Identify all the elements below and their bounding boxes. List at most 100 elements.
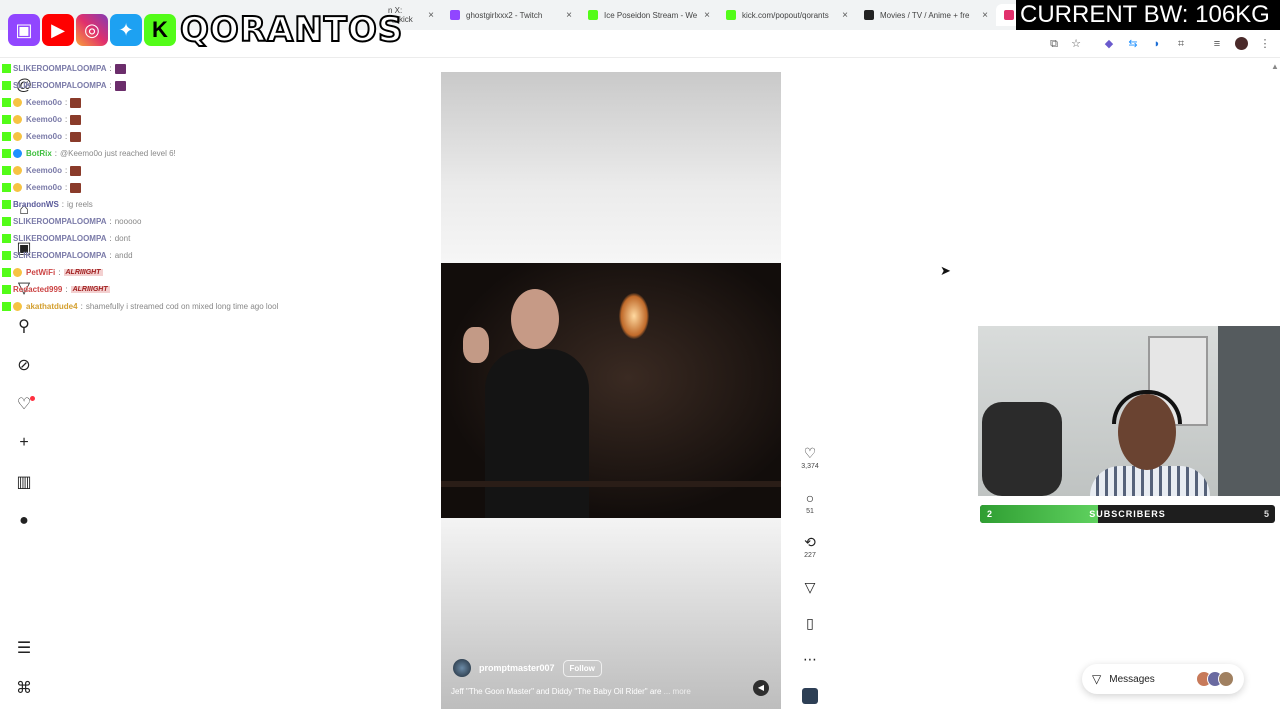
browser-tab[interactable]: Ice Poseidon Stream - We × bbox=[580, 4, 718, 26]
send-icon[interactable]: ▽ bbox=[800, 579, 820, 595]
reel-background bbox=[441, 518, 781, 709]
send-icon: ▽ bbox=[1092, 672, 1102, 686]
explore-icon[interactable]: ⊘ bbox=[14, 355, 34, 375]
chat-message: BrandonWS: ig reels bbox=[2, 196, 422, 213]
save-action[interactable]: ▯ bbox=[800, 615, 820, 631]
puzzle-icon[interactable]: ⌗ bbox=[1174, 37, 1188, 51]
reel-video[interactable] bbox=[441, 263, 781, 518]
chat-message: Redacted999: ALRIIIGHT bbox=[2, 281, 422, 298]
emote-icon bbox=[70, 182, 82, 193]
hallway-image bbox=[1218, 326, 1280, 496]
menu-icon[interactable]: ⋮ bbox=[1258, 37, 1272, 51]
bookmark-icon[interactable]: ▯ bbox=[800, 615, 820, 631]
caption-more-link[interactable]: ... more bbox=[664, 687, 691, 696]
subscriber-goal-bar: SUBSCRIBERS 2 5 bbox=[980, 505, 1275, 523]
chat-message: Keemo0o: bbox=[2, 111, 422, 128]
like-count: 3,374 bbox=[801, 463, 819, 470]
kick-badge bbox=[2, 251, 11, 260]
chat-username: Redacted999 bbox=[13, 285, 63, 294]
comment-action[interactable]: ○ 51 bbox=[800, 490, 820, 515]
subscriber-goal-label: SUBSCRIBERS bbox=[1089, 509, 1166, 519]
create-icon[interactable]: + bbox=[14, 433, 34, 453]
tab-title: Ice Poseidon Stream - We bbox=[604, 10, 698, 20]
badge-icon bbox=[13, 132, 22, 141]
tab-title: Movies / TV / Anime + fre bbox=[880, 10, 970, 20]
kick-badge bbox=[2, 166, 11, 175]
author-name[interactable]: promptmaster007 bbox=[479, 663, 555, 673]
star-icon[interactable]: ☆ bbox=[1069, 37, 1083, 51]
cast-icon[interactable]: ⧉ bbox=[1047, 37, 1061, 51]
emote-icon bbox=[70, 131, 82, 142]
menu-icon[interactable]: ☰ bbox=[14, 638, 34, 658]
emote-icon: ALRIIIGHT bbox=[63, 269, 103, 276]
follow-button[interactable]: Follow bbox=[562, 659, 602, 677]
search-icon[interactable]: ⚲ bbox=[14, 316, 34, 336]
chat-message: SLIKEROOMPALOOMPA: bbox=[2, 60, 422, 77]
kick-icon: K bbox=[144, 14, 176, 46]
profile-icon[interactable]: ● bbox=[14, 511, 34, 531]
more-action[interactable]: ⋯ bbox=[800, 651, 820, 667]
chat-message: SLIKEROOMPALOOMPA: bbox=[2, 77, 422, 94]
extension-icon[interactable]: ◆ bbox=[1102, 37, 1116, 51]
caption-text: Jeff "The Goon Master" and Diddy "The Ba… bbox=[451, 687, 662, 696]
kick-badge bbox=[2, 81, 11, 90]
repost-action[interactable]: ⟲ 227 bbox=[800, 534, 820, 559]
notification-dot bbox=[30, 396, 35, 401]
audio-thumbnail[interactable] bbox=[802, 688, 818, 704]
more-icon[interactable]: ⋯ bbox=[800, 651, 820, 667]
chat-message: akathatdude4: shamefully i streamed cod … bbox=[2, 298, 422, 315]
close-tab-icon[interactable]: × bbox=[976, 10, 988, 21]
close-tab-icon[interactable]: × bbox=[836, 10, 848, 21]
emote-icon bbox=[70, 97, 82, 108]
comment-icon[interactable]: ○ bbox=[800, 490, 820, 506]
scroll-up-icon[interactable]: ▲ bbox=[1271, 62, 1279, 71]
messages-button[interactable]: ▽ Messages bbox=[1082, 664, 1244, 694]
badge-icon bbox=[13, 183, 22, 192]
emote-icon bbox=[70, 165, 82, 176]
extension-icon[interactable]: ◗ bbox=[1150, 37, 1164, 51]
browser-tab[interactable]: ghostgirlxxx2 - Twitch × bbox=[442, 4, 580, 26]
chat-username: akathatdude4 bbox=[26, 302, 78, 311]
kick-badge bbox=[2, 132, 11, 141]
tab-title: kick.com/popout/qorants bbox=[742, 10, 829, 20]
reel-player[interactable]: promptmaster007 Follow Jeff "The Goon Ma… bbox=[441, 72, 781, 709]
like-action[interactable]: ♡ 3,374 bbox=[800, 445, 820, 470]
chat-message: Keemo0o: bbox=[2, 128, 422, 145]
repost-icon[interactable]: ⟲ bbox=[800, 534, 820, 550]
close-tab-icon[interactable]: × bbox=[698, 10, 710, 21]
dashboard-icon[interactable]: ▥ bbox=[14, 472, 34, 492]
subscriber-current: 2 bbox=[987, 509, 993, 519]
heart-icon[interactable]: ♡ bbox=[800, 445, 820, 461]
instagram-icon: ◎ bbox=[76, 14, 108, 46]
kick-badge bbox=[2, 98, 11, 107]
browser-tab[interactable]: Movies / TV / Anime + fre × bbox=[856, 4, 996, 26]
avatar bbox=[1218, 671, 1234, 687]
translate-icon[interactable]: ⇆ bbox=[1126, 37, 1140, 51]
browser-tab[interactable]: kick.com/popout/qorants × bbox=[718, 4, 856, 26]
kick-badge bbox=[2, 285, 11, 294]
emote-icon bbox=[114, 80, 126, 91]
kick-badge bbox=[2, 234, 11, 243]
close-tab-icon[interactable]: × bbox=[560, 10, 572, 21]
profile-avatar[interactable] bbox=[1235, 37, 1248, 50]
repost-count: 227 bbox=[804, 552, 816, 559]
mute-button[interactable]: ◀ bbox=[753, 680, 769, 696]
more-apps-icon[interactable]: ⌘ bbox=[14, 678, 34, 698]
chat-message: SLIKEROOMPALOOMPA: dont bbox=[2, 230, 422, 247]
chat-text: nooooo bbox=[114, 217, 142, 226]
kick-badge bbox=[2, 302, 11, 311]
badge-icon bbox=[13, 166, 22, 175]
chair-image bbox=[982, 402, 1062, 496]
close-tab-icon[interactable]: × bbox=[422, 10, 434, 21]
kick-badge bbox=[2, 64, 11, 73]
shelf-image bbox=[441, 481, 781, 487]
chat-text: andd bbox=[114, 251, 133, 260]
badge-icon bbox=[13, 98, 22, 107]
chat-username: SLIKEROOMPALOOMPA bbox=[13, 234, 107, 243]
tab-title: ghostgirlxxx2 - Twitch bbox=[466, 10, 543, 20]
share-action[interactable]: ▽ bbox=[800, 579, 820, 595]
streamer-shirt-image bbox=[1090, 466, 1210, 496]
twitter-icon: ✦ bbox=[110, 14, 142, 46]
author-avatar[interactable] bbox=[453, 659, 471, 677]
media-icon[interactable]: ≡ bbox=[1210, 37, 1224, 51]
